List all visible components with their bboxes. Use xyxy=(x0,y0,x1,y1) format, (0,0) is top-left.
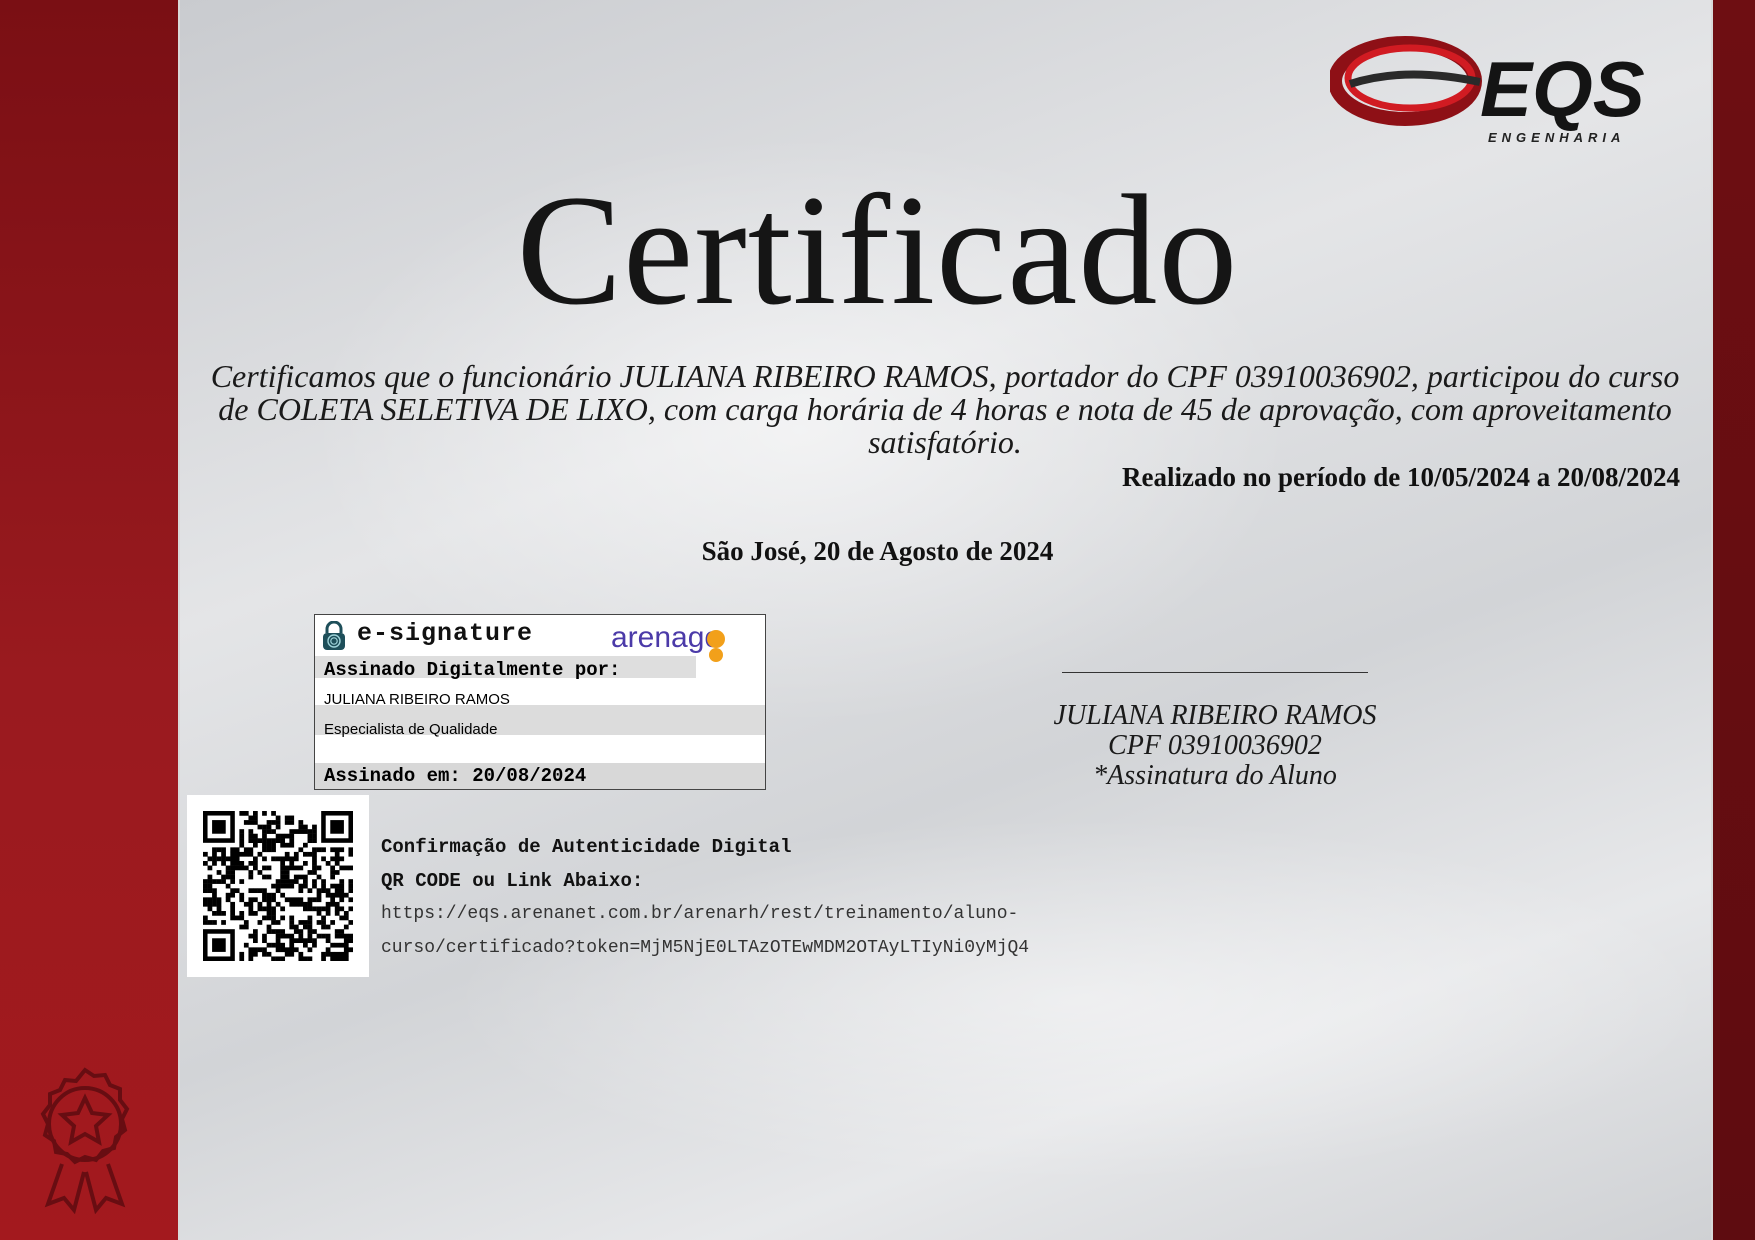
course-period: Realizado no período de 10/05/2024 a 20/… xyxy=(1121,462,1680,492)
logo-brand-text: EQS xyxy=(1480,45,1645,133)
signer-name: JULIANA RIBEIRO RAMOS xyxy=(324,691,510,708)
e-signature-box: e-signature arenago Assinado Digitalment… xyxy=(314,614,766,790)
verification-link-line-1[interactable]: https://eqs.arenanet.com.br/arenarh/rest… xyxy=(381,904,1018,924)
eqs-logo: EQS ENGENHARIA xyxy=(1330,36,1660,146)
signed-by-label: Assinado Digitalmente por: xyxy=(324,659,621,681)
certificate-statement: Certificamos que o funcionário JULIANA R… xyxy=(210,358,1680,460)
arenago-logo-text: arenago xyxy=(611,621,721,654)
padlock-fingerprint-icon xyxy=(321,620,347,651)
verification-title: Confirmação de Autenticidade Digital xyxy=(381,836,792,858)
student-cpf: CPF 03910036902 xyxy=(1108,730,1322,761)
e-signature-header: e-signature arenago xyxy=(315,615,765,662)
signer-role: Especialista de Qualidade xyxy=(324,721,498,738)
qr-code[interactable] xyxy=(187,795,369,977)
student-name: JULIANA RIBEIRO RAMOS xyxy=(1053,700,1377,731)
verification-link-line-2[interactable]: curso/certificado?token=MjM5NjE0LTAzOTEw… xyxy=(381,938,1029,958)
place-and-date: São José, 20 de Agosto de 2024 xyxy=(701,536,1054,566)
logo-tagline: ENGENHARIA xyxy=(1488,130,1625,145)
verification-subtitle: QR CODE ou Link Abaixo: xyxy=(381,870,644,892)
certificate-title: Certificado xyxy=(516,163,1239,338)
signed-on-date: Assinado em: 20/08/2024 xyxy=(315,763,765,789)
e-signature-label: e-signature xyxy=(357,619,534,648)
signature-line xyxy=(1062,672,1368,673)
student-signature-label: *Assinatura do Aluno xyxy=(1093,760,1337,791)
award-seal-icon xyxy=(24,1064,146,1215)
